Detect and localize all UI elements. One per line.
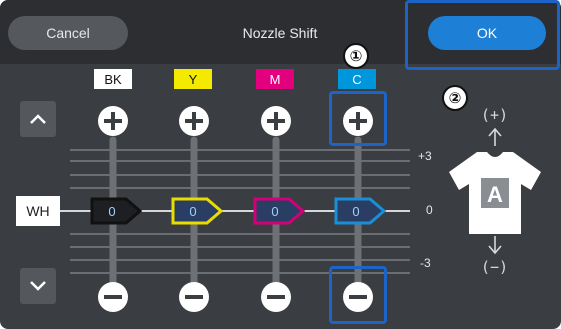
tshirt-icon: A <box>449 152 541 234</box>
arrow-up-icon <box>488 127 502 146</box>
minus-icon[interactable] <box>260 281 292 313</box>
scale-top-label: +3 <box>418 149 432 163</box>
plus-icon[interactable] <box>97 105 129 137</box>
minus-icon[interactable] <box>178 281 210 313</box>
slider-handle-m[interactable]: 0 <box>251 197 307 225</box>
callout-number-2: ② <box>442 85 468 111</box>
callout-number-1: ① <box>343 43 369 69</box>
callout-ok-box <box>405 0 560 70</box>
callout-plus-box <box>329 91 387 146</box>
callout-minus-box <box>329 266 387 324</box>
slider-value-c: 0 <box>352 204 359 219</box>
scroll-down-button[interactable] <box>20 268 56 304</box>
slider-value-bk: 0 <box>108 204 115 219</box>
scroll-up-button[interactable] <box>20 101 56 137</box>
slider-value-m: 0 <box>271 204 278 219</box>
shirt-preview: (+) A (−) <box>445 96 545 286</box>
chevron-up-icon <box>30 114 46 124</box>
chevron-down-icon <box>30 281 46 291</box>
shift-minus-label: (−) <box>481 258 509 276</box>
plus-icon[interactable] <box>178 105 210 137</box>
arrow-down-icon <box>488 236 502 255</box>
wh-label: WH <box>16 196 60 226</box>
plus-icon[interactable] <box>260 105 292 137</box>
slider-value-y: 0 <box>189 204 196 219</box>
slider-handle-c[interactable]: 0 <box>332 197 388 225</box>
slider-handle-y[interactable]: 0 <box>169 197 225 225</box>
minus-icon[interactable] <box>97 281 129 313</box>
shirt-letter: A <box>487 182 503 207</box>
scale-mid-label: 0 <box>426 203 433 217</box>
scale-bottom-label: -3 <box>420 256 431 270</box>
slider-handle-bk[interactable]: 0 <box>88 197 144 225</box>
shift-plus-label: (+) <box>481 106 509 124</box>
